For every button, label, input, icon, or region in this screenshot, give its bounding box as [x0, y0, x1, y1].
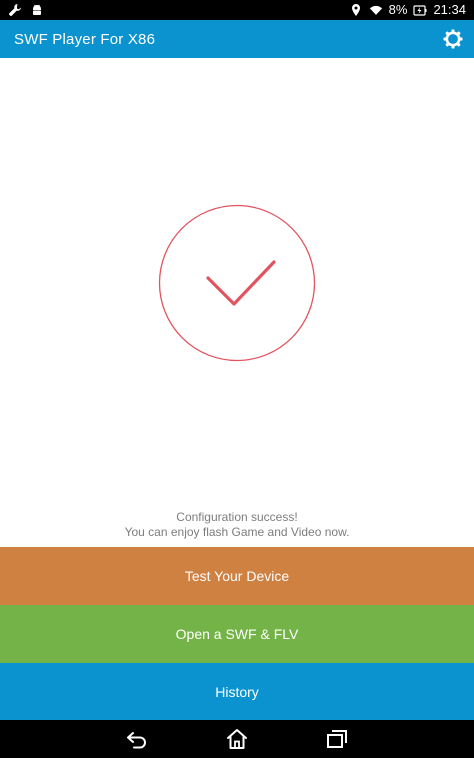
wifi-icon: [369, 3, 383, 17]
status-left: [8, 0, 44, 20]
open-swf-flv-button[interactable]: Open a SWF & FLV: [0, 605, 474, 663]
check-icon: [206, 260, 276, 306]
navigation-bar: [0, 720, 474, 758]
battery-percent: 8%: [388, 2, 408, 17]
battery-charging-icon: [413, 3, 427, 17]
android-debug-icon: [30, 3, 44, 17]
history-button[interactable]: History: [0, 663, 474, 720]
back-icon: [127, 732, 146, 749]
gear-icon: [443, 29, 463, 49]
open-swf-flv-label: Open a SWF & FLV: [175, 626, 299, 642]
recents-button[interactable]: [322, 724, 352, 754]
location-icon: [349, 3, 363, 17]
home-icon: [227, 729, 247, 749]
main-content: Configuration success! You can enjoy fla…: [0, 58, 474, 546]
app-bar: SWF Player For X86: [0, 20, 474, 58]
test-device-button[interactable]: Test Your Device: [0, 547, 474, 605]
wrench-icon: [8, 3, 22, 17]
status-message: Configuration success! You can enjoy fla…: [0, 510, 474, 540]
history-label: History: [215, 683, 259, 700]
recents-icon: [327, 730, 347, 748]
back-button[interactable]: [122, 724, 152, 754]
test-device-label: Test Your Device: [184, 568, 290, 584]
status-bar: 8% 21:34: [0, 0, 474, 20]
success-indicator: [158, 204, 316, 362]
app-title: SWF Player For X86: [14, 30, 156, 48]
clock: 21:34: [433, 2, 466, 17]
success-circle: [158, 204, 316, 362]
message-line-2: You can enjoy flash Game and Video now.: [124, 525, 350, 539]
message-line-1: Configuration success!: [176, 510, 298, 524]
home-button[interactable]: [222, 724, 252, 754]
status-right: 8% 21:34: [349, 0, 466, 20]
settings-button[interactable]: [442, 28, 464, 50]
